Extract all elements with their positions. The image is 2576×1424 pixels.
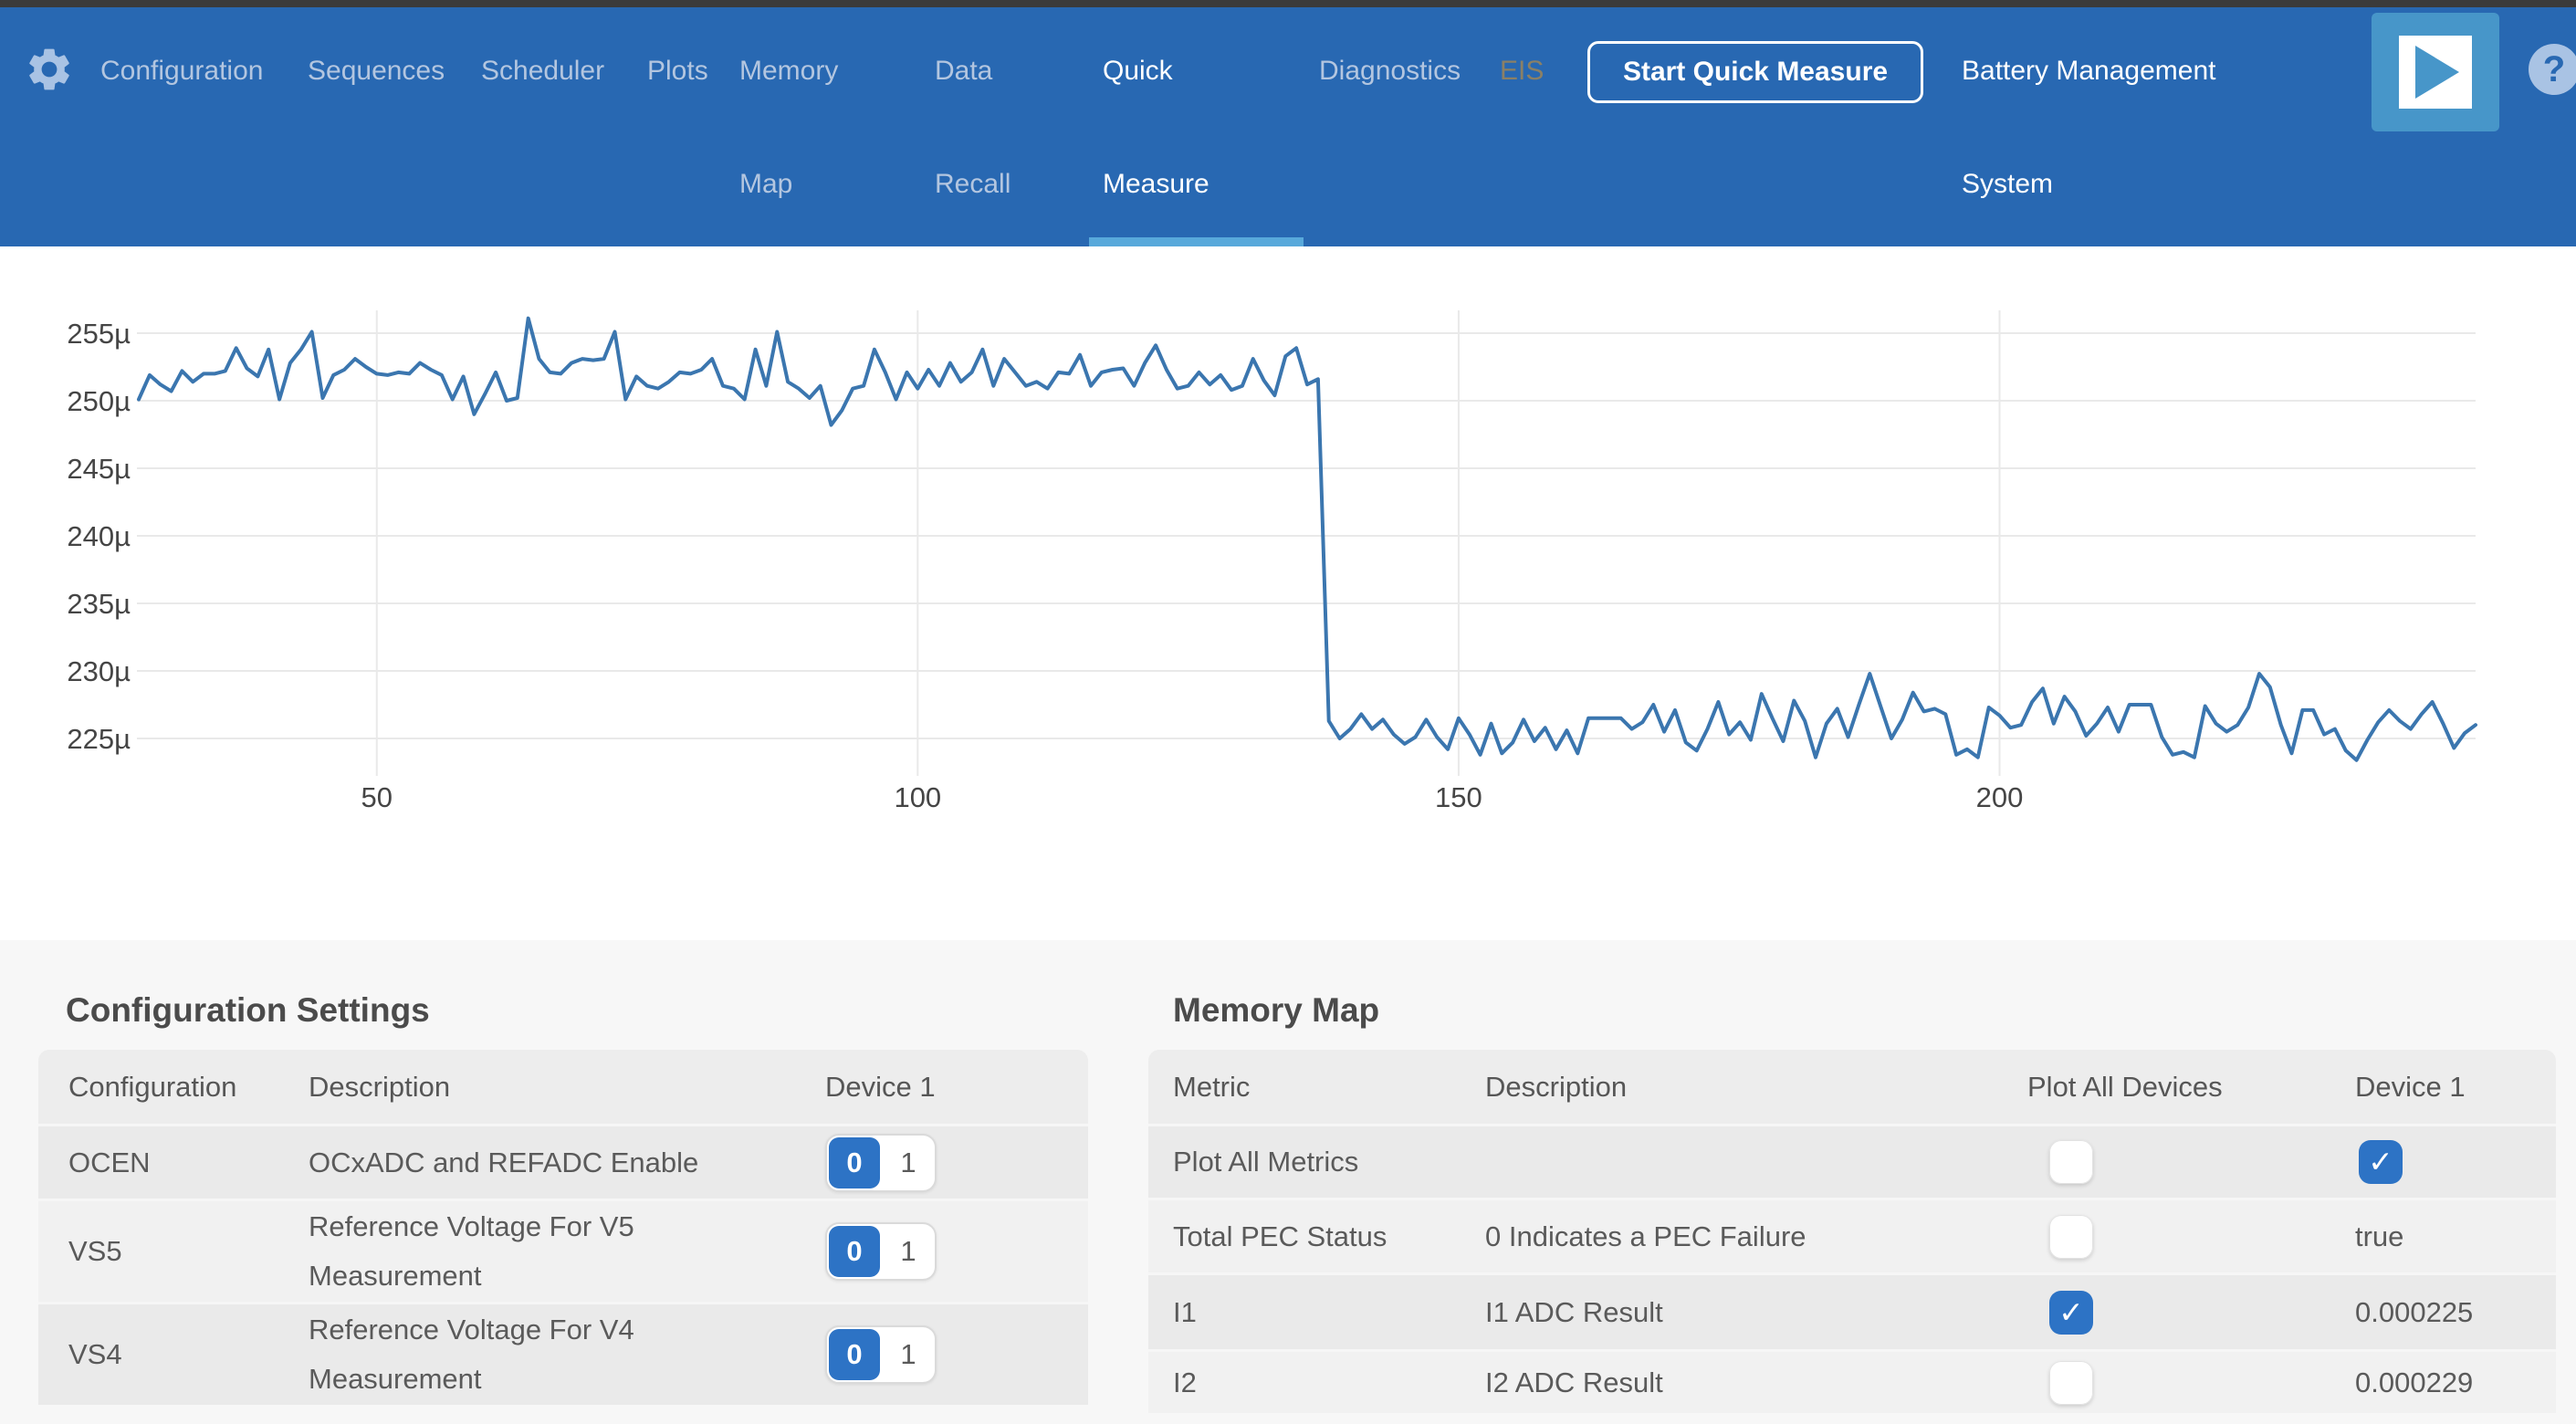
checkmark-icon: ✓	[2359, 1140, 2403, 1184]
device1-value: 0.000225	[2355, 1296, 2473, 1329]
column-header: Description	[1485, 1071, 2069, 1104]
table-row: I2 I2 ADC Result ✓ 0.000229	[1148, 1349, 2556, 1413]
gear-icon-svg	[24, 44, 75, 95]
svg-text:255µ: 255µ	[67, 318, 131, 350]
metric-description: I1 ADC Result	[1485, 1296, 2069, 1329]
config-description: Reference Voltage For V5 Measurement	[309, 1202, 728, 1301]
column-header: Configuration	[68, 1071, 236, 1104]
config-name: VS4	[68, 1338, 122, 1371]
bit-toggle[interactable]: 0 1	[825, 1325, 937, 1384]
svg-text:225µ: 225µ	[67, 723, 131, 755]
nav-item-label: Plots	[647, 53, 708, 89]
bit-toggle[interactable]: 0 1	[825, 1222, 937, 1281]
nav-item-label: Measure	[1103, 166, 1209, 203]
svg-text:240µ: 240µ	[67, 520, 131, 552]
device1-checkbox[interactable]: ✓	[2359, 1140, 2403, 1184]
nav-item-label: Recall	[935, 166, 1011, 203]
column-header: Description	[309, 1071, 728, 1104]
checkmark-icon: ✓	[2049, 1291, 2093, 1335]
help-icon[interactable]: ?	[2529, 44, 2576, 95]
table-row: VS4 Reference Voltage For V4 Measurement…	[38, 1302, 1088, 1405]
window-top-strip	[0, 0, 2576, 7]
plot-all-devices-checkbox[interactable]: ✓	[2049, 1361, 2093, 1405]
brand-line1: Battery Management	[1962, 53, 2215, 89]
nav-item-label: Configuration	[100, 53, 263, 89]
nav-item-label: EIS	[1500, 53, 1544, 89]
active-tab-underline	[1089, 237, 1304, 246]
toggle-option-0[interactable]: 0	[829, 1226, 880, 1277]
top-navbar: Configuration Sequences Scheduler Plots …	[0, 7, 2576, 246]
nav-item-label: Sequences	[308, 53, 445, 89]
nav-item-label: Memory	[739, 53, 838, 89]
device1-value: true	[2355, 1220, 2403, 1253]
config-description: Reference Voltage For V4 Measurement	[309, 1305, 728, 1404]
measurement-line-chart: 255µ 250µ 245µ 240µ 235µ 230µ 225µ 50 100 150 200	[0, 246, 2576, 940]
start-quick-measure-button[interactable]: Start Quick Measure	[1587, 41, 1923, 103]
svg-text:50: 50	[361, 781, 392, 813]
nav-item-label: Diagnostics	[1319, 53, 1461, 89]
memory-map-title: Memory Map	[1173, 991, 1379, 1030]
gear-icon[interactable]	[24, 44, 75, 95]
bottom-panel-section: Configuration Settings Memory Map Config…	[0, 940, 2576, 1424]
nav-item-label: Quick	[1103, 53, 1173, 89]
column-header: Plot All Devices	[2027, 1071, 2223, 1104]
brand-line2: System	[1962, 166, 2053, 203]
table-header-row: Configuration Description Device 1	[38, 1050, 1088, 1124]
column-header: Device 1	[825, 1071, 936, 1104]
svg-text:235µ: 235µ	[67, 588, 131, 620]
config-settings-table: Configuration Description Device 1 OCEN …	[38, 1050, 1088, 1405]
metric-name: I1	[1173, 1296, 1197, 1329]
metric-description: I2 ADC Result	[1485, 1366, 2069, 1399]
config-name: OCEN	[68, 1147, 151, 1179]
toggle-option-1[interactable]: 1	[882, 1224, 935, 1279]
toggle-option-1[interactable]: 1	[882, 1136, 935, 1190]
table-header-row: Metric Description Plot All Devices Devi…	[1148, 1050, 2556, 1124]
app-window: Configuration Sequences Scheduler Plots …	[0, 0, 2576, 1424]
metric-name: Total PEC Status	[1173, 1220, 1387, 1253]
svg-text:230µ: 230µ	[67, 655, 131, 687]
table-row: Total PEC Status 0 Indicates a PEC Failu…	[1148, 1198, 2556, 1272]
table-row: I1 I1 ADC Result ✓ 0.000225	[1148, 1272, 2556, 1349]
column-header: Device 1	[2355, 1071, 2466, 1104]
nav-item-label: Scheduler	[481, 53, 604, 89]
memory-map-table: Metric Description Plot All Devices Devi…	[1148, 1050, 2556, 1413]
metric-description: 0 Indicates a PEC Failure	[1485, 1220, 2069, 1253]
table-row: Plot All Metrics ✓ ✓	[1148, 1124, 2556, 1198]
column-header: Metric	[1173, 1071, 1250, 1104]
config-name: VS5	[68, 1235, 122, 1268]
nav-item-label: Data	[935, 53, 992, 89]
metric-name: Plot All Metrics	[1173, 1146, 1358, 1178]
config-settings-title: Configuration Settings	[66, 991, 430, 1030]
config-description: OCxADC and REFADC Enable	[309, 1147, 728, 1179]
svg-text:100: 100	[894, 781, 941, 813]
toggle-option-0[interactable]: 0	[829, 1137, 880, 1188]
metric-name: I2	[1173, 1366, 1197, 1399]
play-icon	[2399, 36, 2472, 109]
plot-all-devices-checkbox[interactable]: ✓	[2049, 1140, 2093, 1184]
table-row: VS5 Reference Voltage For V5 Measurement…	[38, 1199, 1088, 1302]
nav-item-label: Map	[739, 166, 792, 203]
svg-text:150: 150	[1435, 781, 1482, 813]
svg-text:250µ: 250µ	[67, 385, 131, 417]
plot-all-devices-checkbox[interactable]: ✓	[2049, 1215, 2093, 1259]
svg-text:245µ: 245µ	[67, 453, 131, 485]
toggle-option-1[interactable]: 1	[882, 1327, 935, 1382]
toggle-option-0[interactable]: 0	[829, 1329, 880, 1380]
svg-text:200: 200	[1976, 781, 2024, 813]
bit-toggle[interactable]: 0 1	[825, 1134, 937, 1192]
plot-all-devices-checkbox[interactable]: ✓	[2049, 1291, 2093, 1335]
play-button[interactable]	[2372, 13, 2499, 131]
table-row: OCEN OCxADC and REFADC Enable 0 1	[38, 1124, 1088, 1199]
device1-value: 0.000229	[2355, 1366, 2473, 1399]
